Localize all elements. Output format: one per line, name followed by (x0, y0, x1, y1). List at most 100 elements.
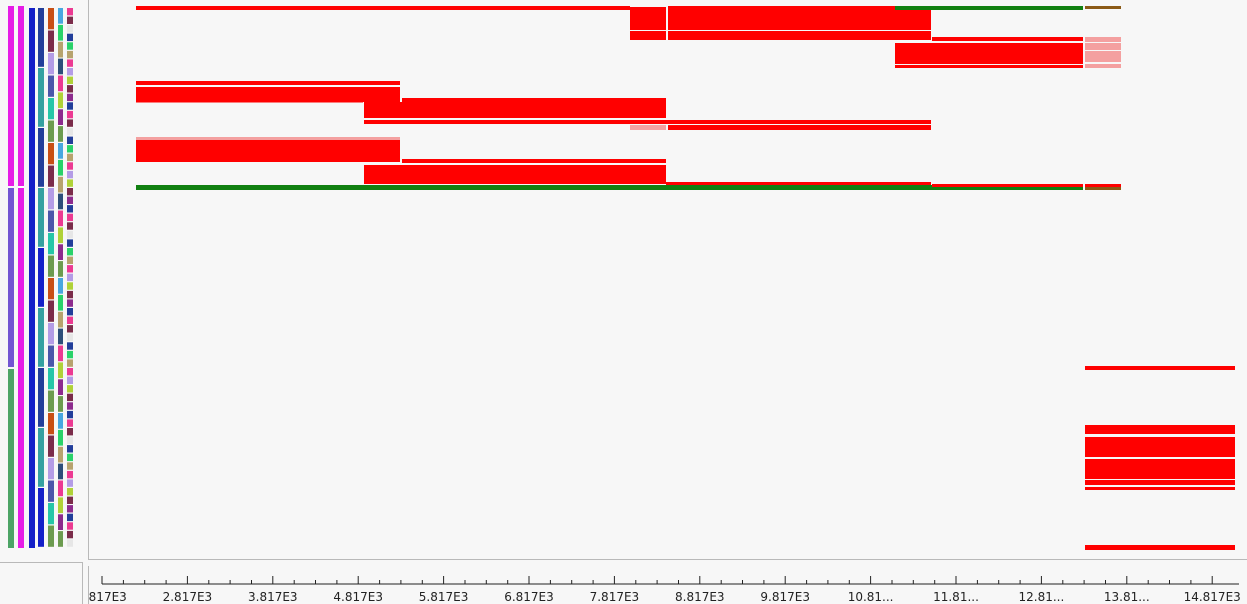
tree-column-7-block[interactable] (67, 419, 73, 427)
tree-column-7-block[interactable] (67, 488, 73, 496)
tree-column-6-block[interactable] (58, 143, 63, 159)
tree-column-7-block[interactable] (67, 102, 73, 110)
tree-column-6-block[interactable] (58, 75, 63, 92)
thread-tree-color-columns[interactable] (0, 0, 83, 560)
tree-column-7-block[interactable] (67, 25, 73, 33)
tree-column-6-block[interactable] (58, 159, 63, 176)
timeline-bar[interactable] (136, 87, 400, 102)
tree-column-5-block[interactable] (48, 278, 54, 300)
tree-column-7-block[interactable] (67, 170, 73, 179)
tree-column-5-block[interactable] (48, 210, 54, 232)
tree-column-4-block[interactable] (38, 488, 44, 547)
tree-column-7-block[interactable] (67, 522, 73, 530)
timeline-bar[interactable] (932, 37, 1083, 41)
timeline-bar[interactable] (1085, 480, 1235, 485)
timeline-bars[interactable] (89, 0, 1247, 560)
tree-column-5-block[interactable] (48, 503, 54, 525)
tree-column-7-block[interactable] (67, 145, 73, 153)
tree-column-5-block[interactable] (48, 390, 54, 412)
tree-column-7-block[interactable] (67, 213, 73, 222)
tree-column-5-block[interactable] (48, 143, 54, 165)
timeline-bar[interactable] (136, 102, 363, 103)
tree-column-7-block[interactable] (67, 513, 73, 522)
tree-column-7-block[interactable] (67, 462, 73, 470)
timeline-bar[interactable] (668, 31, 931, 40)
tree-column-6-block[interactable] (58, 362, 63, 379)
tree-column-7-block[interactable] (67, 42, 73, 50)
timeline-bar[interactable] (932, 184, 1083, 187)
tree-column-7-block[interactable] (67, 8, 73, 16)
tree-column-1-segment[interactable] (8, 369, 14, 548)
tree-column-6-block[interactable] (58, 514, 63, 530)
tree-column-7-block[interactable] (67, 128, 73, 136)
tree-column-5-block[interactable] (48, 75, 54, 97)
timeline-bar[interactable] (668, 125, 931, 130)
tree-column-5-block[interactable] (48, 300, 54, 322)
timeline-bar[interactable] (1085, 43, 1121, 50)
timeline-bar[interactable] (364, 165, 666, 184)
tree-column-7-block[interactable] (67, 153, 73, 162)
tree-column-5-block[interactable] (48, 53, 54, 75)
tree-column-7-block[interactable] (67, 50, 73, 59)
tree-column-5-block[interactable] (48, 233, 54, 255)
tree-column-5-block[interactable] (48, 525, 54, 547)
tree-column-6-block[interactable] (58, 244, 63, 260)
tree-column-1-segment[interactable] (8, 188, 14, 367)
tree-column-4-block[interactable] (38, 308, 44, 367)
tree-column-6-block[interactable] (58, 531, 63, 547)
timeline-bar[interactable] (402, 159, 666, 163)
tree-column-7-block[interactable] (67, 359, 73, 367)
timeline-bar[interactable] (895, 43, 1083, 64)
tree-column-7-block[interactable] (67, 136, 73, 144)
tree-column-6-block[interactable] (58, 24, 63, 41)
timeline-bar[interactable] (1085, 425, 1235, 434)
tree-column-5-block[interactable] (48, 120, 54, 142)
tree-column-6-block[interactable] (58, 345, 63, 362)
tree-column-7-block[interactable] (67, 59, 73, 67)
timeline-bar[interactable] (136, 140, 400, 162)
tree-column-6-block[interactable] (58, 429, 63, 446)
tree-column-7-block[interactable] (67, 222, 73, 230)
tree-column-7-block[interactable] (67, 453, 73, 462)
tree-column-1-segment[interactable] (8, 6, 14, 186)
tree-column-7-block[interactable] (67, 290, 73, 299)
tree-column-7-block[interactable] (67, 93, 73, 102)
tree-column-6-block[interactable] (58, 109, 63, 125)
tree-column-3-segment[interactable] (29, 8, 35, 548)
tree-column-6-block[interactable] (58, 126, 63, 142)
tree-column-4-block[interactable] (38, 128, 44, 187)
tree-column-7-block[interactable] (67, 16, 73, 24)
tree-column-6-block[interactable] (58, 311, 63, 328)
tree-column-7-block[interactable] (67, 470, 73, 479)
tree-column-7-block[interactable] (67, 342, 73, 350)
tree-column-5-block[interactable] (48, 480, 54, 502)
tree-column-7-block[interactable] (67, 179, 73, 187)
timeline-bar[interactable] (1085, 459, 1235, 479)
tree-column-7-block[interactable] (67, 350, 73, 359)
timeline-bar[interactable] (1085, 437, 1235, 457)
tree-column-7-block[interactable] (67, 530, 73, 539)
tree-column-7-block[interactable] (67, 539, 73, 547)
tree-column-4-block[interactable] (38, 188, 44, 247)
timeline-bar[interactable] (136, 81, 400, 85)
tree-column-7-block[interactable] (67, 436, 73, 444)
tree-column-7-block[interactable] (67, 110, 73, 119)
timeline-bar[interactable] (666, 182, 931, 185)
tree-column-6-block[interactable] (58, 8, 63, 24)
tree-column-7-block[interactable] (67, 282, 73, 290)
tree-column-5-block[interactable] (48, 98, 54, 120)
timeline-bar[interactable] (1085, 487, 1235, 490)
tree-column-6-block[interactable] (58, 261, 63, 277)
tree-column-6-block[interactable] (58, 497, 63, 514)
tree-column-6-block[interactable] (58, 193, 63, 210)
tree-column-5-block[interactable] (48, 413, 54, 435)
tree-column-5-block[interactable] (48, 435, 54, 457)
tree-column-7-block[interactable] (67, 308, 73, 316)
tree-column-7-block[interactable] (67, 273, 73, 282)
thread-tree-panel[interactable] (0, 0, 83, 560)
timeline-bar[interactable] (668, 6, 931, 30)
tree-column-6-block[interactable] (58, 396, 63, 412)
tree-column-6-block[interactable] (58, 92, 63, 109)
tree-column-7-block[interactable] (67, 428, 73, 436)
tree-column-6-block[interactable] (58, 463, 63, 480)
